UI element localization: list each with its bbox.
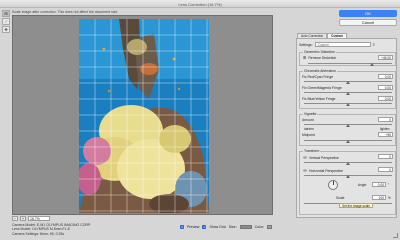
settings-row: Settings: Custom ≡ [299, 42, 383, 47]
amount-value[interactable]: 0 [378, 117, 393, 122]
angle-unit: ° [388, 183, 390, 187]
scale-row: Scale [336, 196, 344, 200]
horizontal-perspective-icon: ⏛ [303, 168, 307, 173]
straighten-tool-icon[interactable]: ⟋ [2, 18, 10, 25]
vignette-title: Vignette [303, 112, 318, 116]
remove-distortion-tool-icon[interactable]: ⊞ [2, 10, 10, 17]
window-title: Lens Correction (16.7%) [178, 2, 222, 7]
cancel-button[interactable]: Cancel [339, 19, 397, 26]
hint-text: Scale image after correction. This does … [12, 10, 119, 14]
horizontal-perspective-knob[interactable] [346, 175, 350, 178]
resize-handle[interactable] [393, 233, 398, 238]
angle-dial[interactable] [328, 180, 338, 190]
angle-label: Angle: [358, 183, 368, 187]
midpoint-value[interactable]: +50 [378, 132, 393, 137]
preview-label: Preview [187, 225, 200, 229]
scale-tooltip: Set the image scale [339, 203, 373, 208]
vertical-perspective-icon: ⏛ [303, 155, 307, 160]
green-magenta-value[interactable]: 0.00 [378, 85, 393, 90]
remove-distortion-icon: ⊞ [303, 55, 307, 60]
lighten-label: lighten [380, 127, 390, 131]
green-magenta-row: Fix Green/Magenta Fringe [302, 86, 342, 90]
settings-menu-icon[interactable]: ≡ [373, 42, 383, 47]
midpoint-row: Midpoint [302, 133, 315, 137]
size-field[interactable] [239, 225, 252, 229]
zoom-value[interactable]: 16.7% [28, 216, 50, 221]
vertical-perspective-label: Vertical Perspective [309, 156, 339, 160]
camera-info: Camera Model: E-M1 OLYMPUS IMAGING CORP.… [12, 223, 91, 236]
red-cyan-knob[interactable] [346, 81, 350, 84]
vertical-perspective-value[interactable]: 0 [378, 154, 393, 159]
move-grid-tool-icon[interactable]: ✥ [2, 26, 10, 33]
custom-panel: Settings: Custom ≡ Geometric Distortion … [296, 38, 397, 218]
red-cyan-label: Fix Red/Cyan Fringe [302, 75, 334, 79]
remove-distortion-value[interactable]: +46.00 [378, 55, 393, 60]
midpoint-label: Midpoint [302, 133, 315, 137]
transform-title: Transform [303, 149, 321, 153]
horizontal-perspective-value[interactable]: 0 [378, 167, 393, 172]
blue-yellow-knob[interactable] [346, 103, 350, 106]
horizontal-perspective-label: Horizontal Perspective [309, 169, 343, 173]
bottom-options: ✓ Preview ✓ Show Grid Size: Color: [180, 225, 272, 229]
camera-settings: Camera Settings: 8mm, f/5, 0.25s [12, 231, 65, 236]
show-grid-label: Show Grid [209, 225, 226, 229]
size-label: Size: [228, 225, 237, 229]
blue-yellow-value[interactable]: 0.00 [378, 96, 393, 101]
midpoint-knob[interactable] [346, 140, 350, 143]
amount-row: Amount [302, 118, 314, 122]
scale-value[interactable]: 100 [372, 195, 386, 200]
ok-button[interactable]: OK [339, 10, 397, 17]
red-cyan-value[interactable]: 0.00 [378, 74, 393, 79]
blue-yellow-label: Fix Blue/Yellow Fringe [302, 97, 336, 101]
settings-label: Settings: [299, 42, 313, 47]
angle-value[interactable]: 0.00 [372, 182, 386, 187]
grid-color-swatch[interactable] [266, 225, 272, 229]
amount-label: Amount [302, 118, 314, 122]
preview-checkbox[interactable]: ✓ [180, 225, 184, 229]
preview-grid [79, 19, 209, 213]
amount-knob[interactable] [346, 124, 350, 127]
color-label: Color: [254, 225, 264, 229]
tool-column: ⊞ ⟋ ✥ [2, 10, 10, 36]
geometric-group: Geometric Distortion ⊞ Remove Distortion… [299, 50, 396, 66]
settings-select[interactable]: Custom [314, 42, 371, 47]
chromatic-title: Chromatic Aberration [303, 69, 337, 73]
show-grid-checkbox[interactable]: ✓ [202, 225, 207, 229]
lens-correction-dialog: Lens Correction (16.7%) ⊞ ⟋ ✥ Scale imag… [0, 0, 400, 240]
remove-distortion-row: ⊞ Remove Distortion [303, 55, 336, 60]
zoom-out-button[interactable]: − [12, 216, 18, 221]
green-magenta-label: Fix Green/Magenta Fringe [302, 86, 342, 90]
geometric-title: Geometric Distortion [303, 50, 336, 54]
preview-photo [79, 19, 209, 213]
scale-unit: % [388, 196, 391, 200]
zoom-in-button[interactable]: + [20, 216, 26, 221]
vignette-group: Vignette Amount 0 darken lighten Midpoin… [299, 112, 396, 146]
preview-canvas[interactable] [12, 15, 273, 215]
blue-yellow-row: Fix Blue/Yellow Fringe [302, 97, 335, 101]
darken-label: darken [304, 127, 314, 131]
green-magenta-knob[interactable] [346, 92, 350, 95]
chromatic-group: Chromatic Aberration Fix Red/Cyan Fringe… [299, 69, 396, 109]
scale-label: Scale [336, 196, 345, 200]
vertical-perspective-knob[interactable] [346, 162, 350, 165]
zoom-bar: − + 16.7% [12, 215, 273, 222]
vertical-perspective-row: ⏛ Vertical Perspective [303, 155, 339, 161]
red-cyan-row: Fix Red/Cyan Fringe [302, 75, 333, 79]
remove-distortion-label: Remove Distortion [308, 55, 337, 60]
remove-distortion-slider[interactable] [308, 63, 392, 64]
title-bar: Lens Correction (16.7%) [0, 0, 400, 8]
angle-dial-needle [333, 181, 334, 185]
horizontal-perspective-row: ⏛ Horizontal Perspective [303, 168, 343, 174]
remove-distortion-knob[interactable] [370, 63, 374, 66]
